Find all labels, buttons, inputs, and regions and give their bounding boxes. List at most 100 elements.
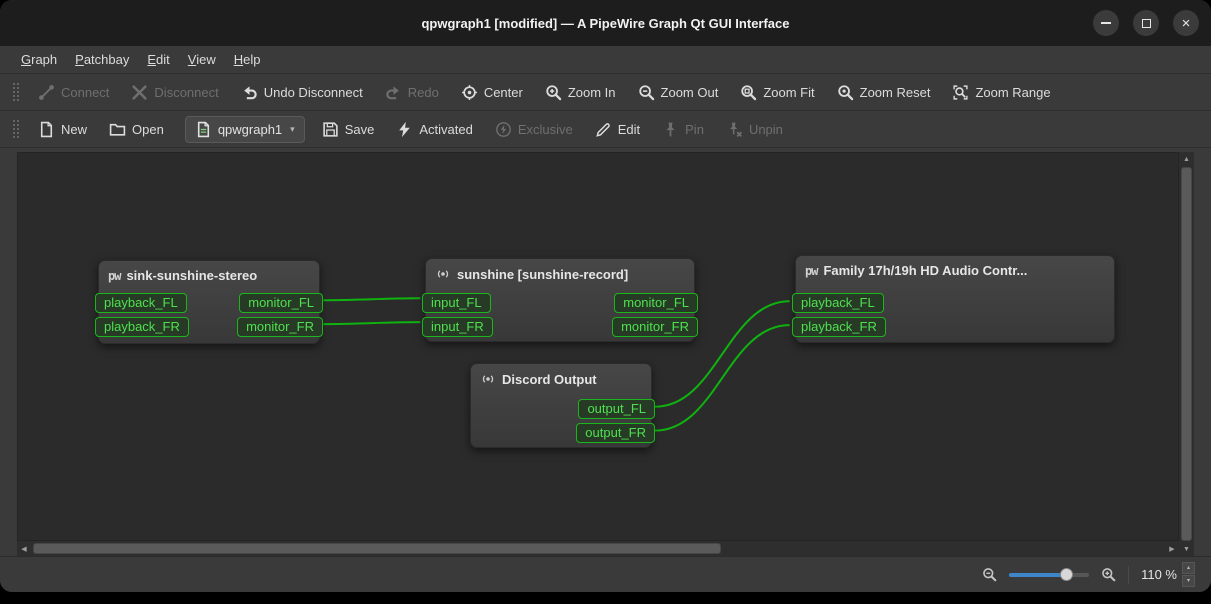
connection-cables [323,297,790,432]
patchbay-selector-value: qpwgraph1 [217,121,283,137]
close-button[interactable]: × [1173,10,1199,36]
toolbar-drag-handle[interactable] [12,82,19,102]
zoom-range-button[interactable]: Zoom Range [943,79,1059,106]
undo-icon [241,84,258,101]
horizontal-scrollbar[interactable]: ◀ ▶ [17,541,1179,556]
port-sink-playback-fr[interactable]: playback_FR [95,317,189,337]
scroll-down-arrow-icon[interactable]: ▼ [1179,542,1194,556]
disconnect-label: Disconnect [154,84,219,100]
unpin-icon [726,121,743,138]
save-button[interactable]: Save [313,116,384,143]
save-icon [322,121,339,138]
exclusive-icon [495,121,512,138]
zoom-in-button[interactable]: Zoom In [536,79,625,106]
status-bar: 110 % ▴ ▾ [0,556,1211,592]
zoom-out-button[interactable]: Zoom Out [629,79,728,106]
window-title: qpwgraph1 [modified] — A PipeWire Graph … [421,15,790,31]
maximize-button[interactable] [1133,10,1159,36]
redo-button[interactable]: Redo [376,79,448,106]
patchbay-toolbar: New Open qpwgraph1 ▾ Save Activated Excl… [0,111,1211,148]
unpin-label: Unpin [748,121,783,137]
port-sink-monitor-fr[interactable]: monitor_FR [237,317,323,337]
center-label: Center [483,84,523,100]
zoom-fit-button[interactable]: Zoom Fit [731,79,823,106]
port-discord-output-fr[interactable]: output_FR [576,423,655,443]
scroll-up-arrow-icon[interactable]: ▲ [1179,152,1194,166]
lightning-bolt-icon [396,121,413,138]
zoom-reset-icon [837,84,854,101]
port-sunshine-monitor-fl[interactable]: monitor_FL [614,293,698,313]
spin-down-icon[interactable]: ▾ [1181,575,1195,587]
menu-help[interactable]: Help [225,48,270,71]
minimize-button[interactable] [1093,10,1119,36]
port-discord-output-fl[interactable]: output_FL [578,399,655,419]
media-stream-icon [435,266,451,282]
zoom-range-icon [952,84,969,101]
disconnect-button[interactable]: Disconnect [122,79,227,106]
zoom-out-icon [638,84,655,101]
scroll-left-arrow-icon[interactable]: ◀ [17,541,31,556]
new-button[interactable]: New [29,116,96,143]
exclusive-label: Exclusive [517,121,573,137]
open-label: Open [132,121,164,137]
cable-monitor-fl-to-input-fl [323,297,421,302]
menu-edit[interactable]: Edit [138,48,178,71]
node-title: Family 17h/19h HD Audio Contr... [823,263,1028,278]
zoom-spinbox[interactable]: 110 % ▴ ▾ [1141,562,1195,587]
port-sink-playback-fl[interactable]: playback_FL [95,293,187,313]
zoom-reset-label: Zoom Reset [859,84,931,100]
toolbar-drag-handle[interactable] [12,119,19,139]
save-label: Save [344,121,375,137]
zoom-in-icon[interactable] [1101,567,1116,582]
open-button[interactable]: Open [100,116,173,143]
horizontal-scrollbar-thumb[interactable] [33,543,721,554]
redo-label: Redo [407,84,439,100]
node-sink-sunshine-stereo[interactable]: pw sink-sunshine-stereo playback_FL play… [95,260,323,344]
undo-disconnect-button[interactable]: Undo Disconnect [232,79,372,106]
spin-up-icon[interactable]: ▴ [1181,562,1195,574]
port-sunshine-input-fr[interactable]: input_FR [422,317,493,337]
menu-graph[interactable]: Graph [12,48,66,71]
titlebar[interactable]: qpwgraph1 [modified] — A PipeWire Graph … [0,0,1211,46]
pin-button[interactable]: Pin [653,116,713,143]
node-family-hd-audio[interactable]: pw Family 17h/19h HD Audio Contr... play… [792,255,1115,343]
vertical-scrollbar[interactable]: ▲ ▼ [1179,152,1194,556]
zoom-out-icon[interactable] [982,567,997,582]
zoom-slider-handle[interactable] [1060,567,1074,581]
node-header: Discord Output [471,364,651,391]
media-stream-icon [480,371,496,387]
graph-canvas[interactable]: pw sink-sunshine-stereo playback_FL play… [17,152,1179,541]
edit-button[interactable]: Edit [586,116,649,143]
activated-button[interactable]: Activated [387,116,481,143]
port-family-playback-fr[interactable]: playback_FR [792,317,886,337]
undo-disconnect-label: Undo Disconnect [263,84,363,100]
cable-monitor-fr-to-input-fr [323,321,421,326]
node-header: sunshine [sunshine-record] [426,259,694,286]
exclusive-button[interactable]: Exclusive [486,116,582,143]
node-sunshine-record[interactable]: sunshine [sunshine-record] input_FL inpu… [422,258,698,342]
vertical-scrollbar-thumb[interactable] [1181,167,1192,541]
port-family-playback-fl[interactable]: playback_FL [792,293,884,313]
center-button[interactable]: Center [452,79,532,106]
zoom-slider[interactable] [1009,567,1090,582]
patchbay-selector[interactable]: qpwgraph1 ▾ [184,115,305,143]
redo-icon [385,84,402,101]
pencil-icon [595,121,612,138]
window-controls: × [1093,10,1199,36]
menu-view[interactable]: View [179,48,225,71]
port-sunshine-monitor-fr[interactable]: monitor_FR [612,317,698,337]
scroll-right-arrow-icon[interactable]: ▶ [1165,541,1179,556]
port-sink-monitor-fl[interactable]: monitor_FL [239,293,323,313]
connect-label: Connect [61,84,110,100]
node-title: sunshine [sunshine-record] [457,266,629,282]
zoom-value[interactable]: 110 % [1141,567,1177,582]
node-discord-output[interactable]: Discord Output output_FL output_FR [470,363,655,448]
connect-button[interactable]: Connect [29,79,118,106]
pin-icon [662,121,679,138]
unpin-button[interactable]: Unpin [717,116,792,143]
port-sunshine-input-fl[interactable]: input_FL [422,293,491,313]
zoom-reset-button[interactable]: Zoom Reset [828,79,940,106]
statusbar-separator [1128,565,1130,584]
pin-label: Pin [685,121,704,137]
menu-patchbay[interactable]: Patchbay [66,48,138,71]
